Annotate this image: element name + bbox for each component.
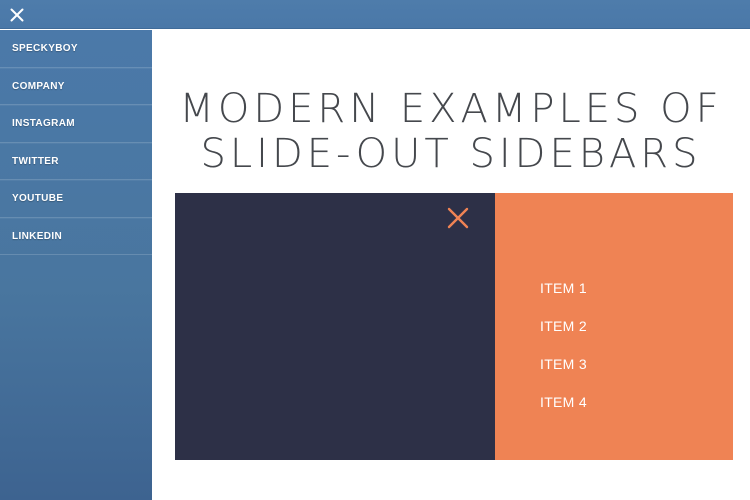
demo-menu-item-2[interactable]: ITEM 2 xyxy=(540,307,587,345)
sidebar-item-instagram[interactable]: INSTAGRAM xyxy=(0,105,152,143)
sidebar-item-company[interactable]: COMPANY xyxy=(0,67,152,105)
demo-menu: ITEM 1 ITEM 2 ITEM 3 ITEM 4 xyxy=(540,269,587,421)
sidebar-item-speckyboy[interactable]: SPECKYBOY xyxy=(0,30,152,68)
sidebar-item-youtube[interactable]: YOUTUBE xyxy=(0,180,152,218)
close-x-icon xyxy=(447,207,469,229)
slide-out-sidebar: SPECKYBOY COMPANY INSTAGRAM TWITTER YOUT… xyxy=(0,30,152,500)
demo-menu-item-3[interactable]: ITEM 3 xyxy=(540,345,587,383)
sidebar-item-label: YOUTUBE xyxy=(12,193,64,205)
demo-orange-panel: ITEM 1 ITEM 2 ITEM 3 ITEM 4 xyxy=(495,193,733,460)
demo-menu-item-1[interactable]: ITEM 1 xyxy=(540,269,587,307)
sidebar-item-label: SPECKYBOY xyxy=(12,42,78,54)
sidebar-item-label: COMPANY xyxy=(12,80,65,92)
sidebar-item-label: INSTAGRAM xyxy=(12,118,75,130)
sidebar-item-linkedin[interactable]: LINKEDIN xyxy=(0,217,152,255)
sidebar-item-twitter[interactable]: TWITTER xyxy=(0,142,152,180)
sidebar-item-label: LINKEDIN xyxy=(12,230,63,242)
main-content: MODERN EXAMPLES OF SLIDE-OUT SIDEBARS IT… xyxy=(152,30,750,500)
demo-menu-item-4[interactable]: ITEM 4 xyxy=(540,383,587,421)
sidebar-item-label: TWITTER xyxy=(12,155,59,167)
window-close-button[interactable] xyxy=(8,6,26,24)
demo-close-button[interactable] xyxy=(445,205,471,231)
demo-dark-panel xyxy=(175,193,495,460)
page-title: MODERN EXAMPLES OF SLIDE-OUT SIDEBARS xyxy=(179,85,723,177)
demo-preview: ITEM 1 ITEM 2 ITEM 3 ITEM 4 xyxy=(175,193,733,460)
close-x-icon xyxy=(10,8,24,22)
page-root: SPECKYBOY COMPANY INSTAGRAM TWITTER YOUT… xyxy=(0,0,750,500)
top-bar xyxy=(0,0,750,29)
